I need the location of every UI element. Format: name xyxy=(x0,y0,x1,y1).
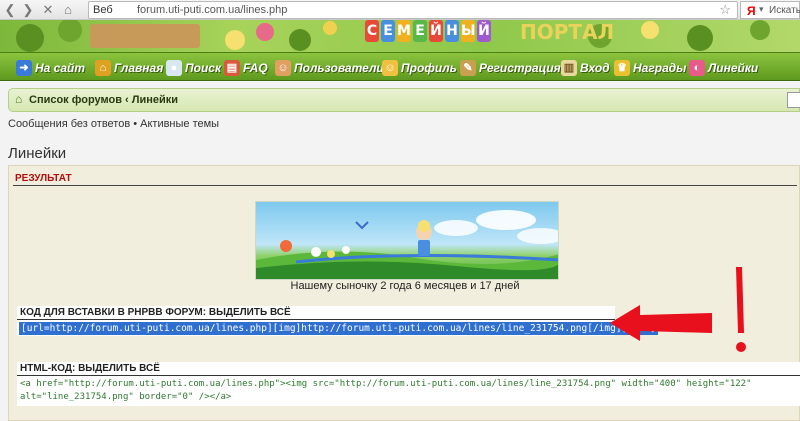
close-icon[interactable]: ✕ xyxy=(40,2,56,18)
logo-letter: С xyxy=(365,20,379,42)
html-code-label[interactable]: HTML-КОД: ВЫДЕЛИТЬ ВСЁ xyxy=(20,363,160,374)
nav-item-register[interactable]: ✎ Регистрация xyxy=(460,59,561,77)
nav-item-login[interactable]: ▥ Вход xyxy=(561,59,610,77)
logo-letter: М xyxy=(397,20,411,42)
nav-label: FAQ xyxy=(243,61,268,75)
nav-item-faq[interactable]: ▤ FAQ xyxy=(224,59,268,77)
nav-item-awards[interactable]: ♛ Награды xyxy=(614,59,686,77)
balloon-icon: ● xyxy=(166,60,182,76)
site-logo-second: ПОРТАЛ xyxy=(520,20,615,44)
forum-banner: СЕМЕЙНЫЙ ПОРТАЛ xyxy=(0,20,800,52)
register-icon: ✎ xyxy=(460,60,476,76)
nav-item-users[interactable]: ☺ Пользователи xyxy=(275,59,384,77)
home-icon[interactable]: ⌂ xyxy=(15,93,27,105)
html-code-header: HTML-КОД: ВЫДЕЛИТЬ ВСЁ xyxy=(17,362,800,376)
nav-label: Поиск xyxy=(185,61,222,75)
nav-item-home[interactable]: ⌂ Главная xyxy=(95,59,163,77)
nav-label: На сайт xyxy=(35,61,86,75)
logo-letter: Е xyxy=(413,20,427,42)
html-code-text[interactable]: <a href="http://forum.uti-puti.com.ua/li… xyxy=(20,378,798,404)
result-panel: РЕЗУЛЬТАТ Нашему сыночку 2 года 6 месяце… xyxy=(8,165,800,421)
yandex-icon[interactable]: Я xyxy=(747,4,756,18)
main-navigation: ➜ На сайт ⌂ Главная ● Поиск ▤ FAQ ☺ Поль… xyxy=(0,52,800,81)
nav-label: Пользователи xyxy=(294,61,384,75)
nav-label: Регистрация xyxy=(479,61,561,75)
page-title: Линейки xyxy=(8,145,67,162)
profile-icon: ☺ xyxy=(382,60,398,76)
bbcode-box[interactable]: [url=http://forum.uti-puti.com.ua/lines.… xyxy=(17,320,658,336)
breadcrumb-text[interactable]: Список форумов ‹ Линейки xyxy=(29,94,178,106)
logo-letter: Ы xyxy=(461,20,476,42)
ruler-image xyxy=(255,201,559,280)
book-icon: ▤ xyxy=(224,60,240,76)
back-icon[interactable]: ❮ xyxy=(2,2,18,18)
logo-letter: Й xyxy=(477,20,491,42)
quick-links[interactable]: Сообщения без ответов • Активные темы xyxy=(8,118,219,130)
html-code-box[interactable]: <a href="http://forum.uti-puti.com.ua/li… xyxy=(17,376,800,406)
home-icon[interactable]: ⌂ xyxy=(60,2,76,18)
nav-item-site[interactable]: ➜ На сайт xyxy=(16,59,85,77)
ruler-illustration-icon xyxy=(256,210,558,279)
nav-item-search[interactable]: ● Поиск xyxy=(166,59,221,77)
nav-label: Главная xyxy=(114,61,164,75)
home-icon: ⌂ xyxy=(95,60,111,76)
result-title: РЕЗУЛЬТАТ xyxy=(15,173,72,184)
ruler-caption: Нашему сыночку 2 года 6 месяцев и 17 дне… xyxy=(290,280,520,292)
url-prefix: Веб xyxy=(93,4,113,16)
nav-item-lines[interactable]: ◐ Линейки xyxy=(689,59,758,77)
result-header: РЕЗУЛЬТАТ xyxy=(13,172,797,186)
bbcode-header: КОД ДЛЯ ВСТАВКИ В PHPBB ФОРУМ: ВЫДЕЛИТЬ … xyxy=(17,306,615,320)
site-logo[interactable]: СЕМЕЙНЫЙ xyxy=(365,20,491,44)
search-placeholder: Искать xyxy=(769,5,800,16)
logo-letter: Й xyxy=(429,20,443,42)
nav-label: Линейки xyxy=(708,61,759,75)
search-input[interactable]: Я ▾ Искать xyxy=(740,1,800,19)
users-icon: ☺ xyxy=(275,60,291,76)
logo-letter: Е xyxy=(381,20,395,42)
forward-icon[interactable]: ❯ xyxy=(20,2,36,18)
arrow-icon: ➜ xyxy=(16,60,32,76)
star-icon[interactable]: ☆ xyxy=(719,2,731,18)
nav-item-profile[interactable]: ☺ Профиль xyxy=(382,59,457,77)
url-text[interactable]: forum.uti-puti.com.ua/lines.php xyxy=(137,4,287,16)
chevron-down-icon[interactable]: ▾ xyxy=(759,4,764,15)
bbcode-text[interactable]: [url=http://forum.uti-puti.com.ua/lines.… xyxy=(19,322,658,335)
trophy-icon: ♛ xyxy=(614,60,630,76)
search-field[interactable] xyxy=(787,92,800,108)
door-icon: ▥ xyxy=(561,60,577,76)
nav-label: Профиль xyxy=(401,61,457,75)
address-bar[interactable]: Веб forum.uti-puti.com.ua/lines.php ☆ xyxy=(88,1,738,19)
rainbow-icon: ◐ xyxy=(689,60,705,76)
logo-letter: Н xyxy=(445,20,459,42)
breadcrumb: ⌂ Список форумов ‹ Линейки xyxy=(8,88,800,112)
nav-label: Вход xyxy=(580,61,610,75)
nav-label: Награды xyxy=(633,61,687,75)
browser-toolbar: ❮ ❯ ✕ ⌂ Веб forum.uti-puti.com.ua/lines.… xyxy=(0,0,800,20)
bbcode-label[interactable]: КОД ДЛЯ ВСТАВКИ В PHPBB ФОРУМ: ВЫДЕЛИТЬ … xyxy=(20,307,291,318)
